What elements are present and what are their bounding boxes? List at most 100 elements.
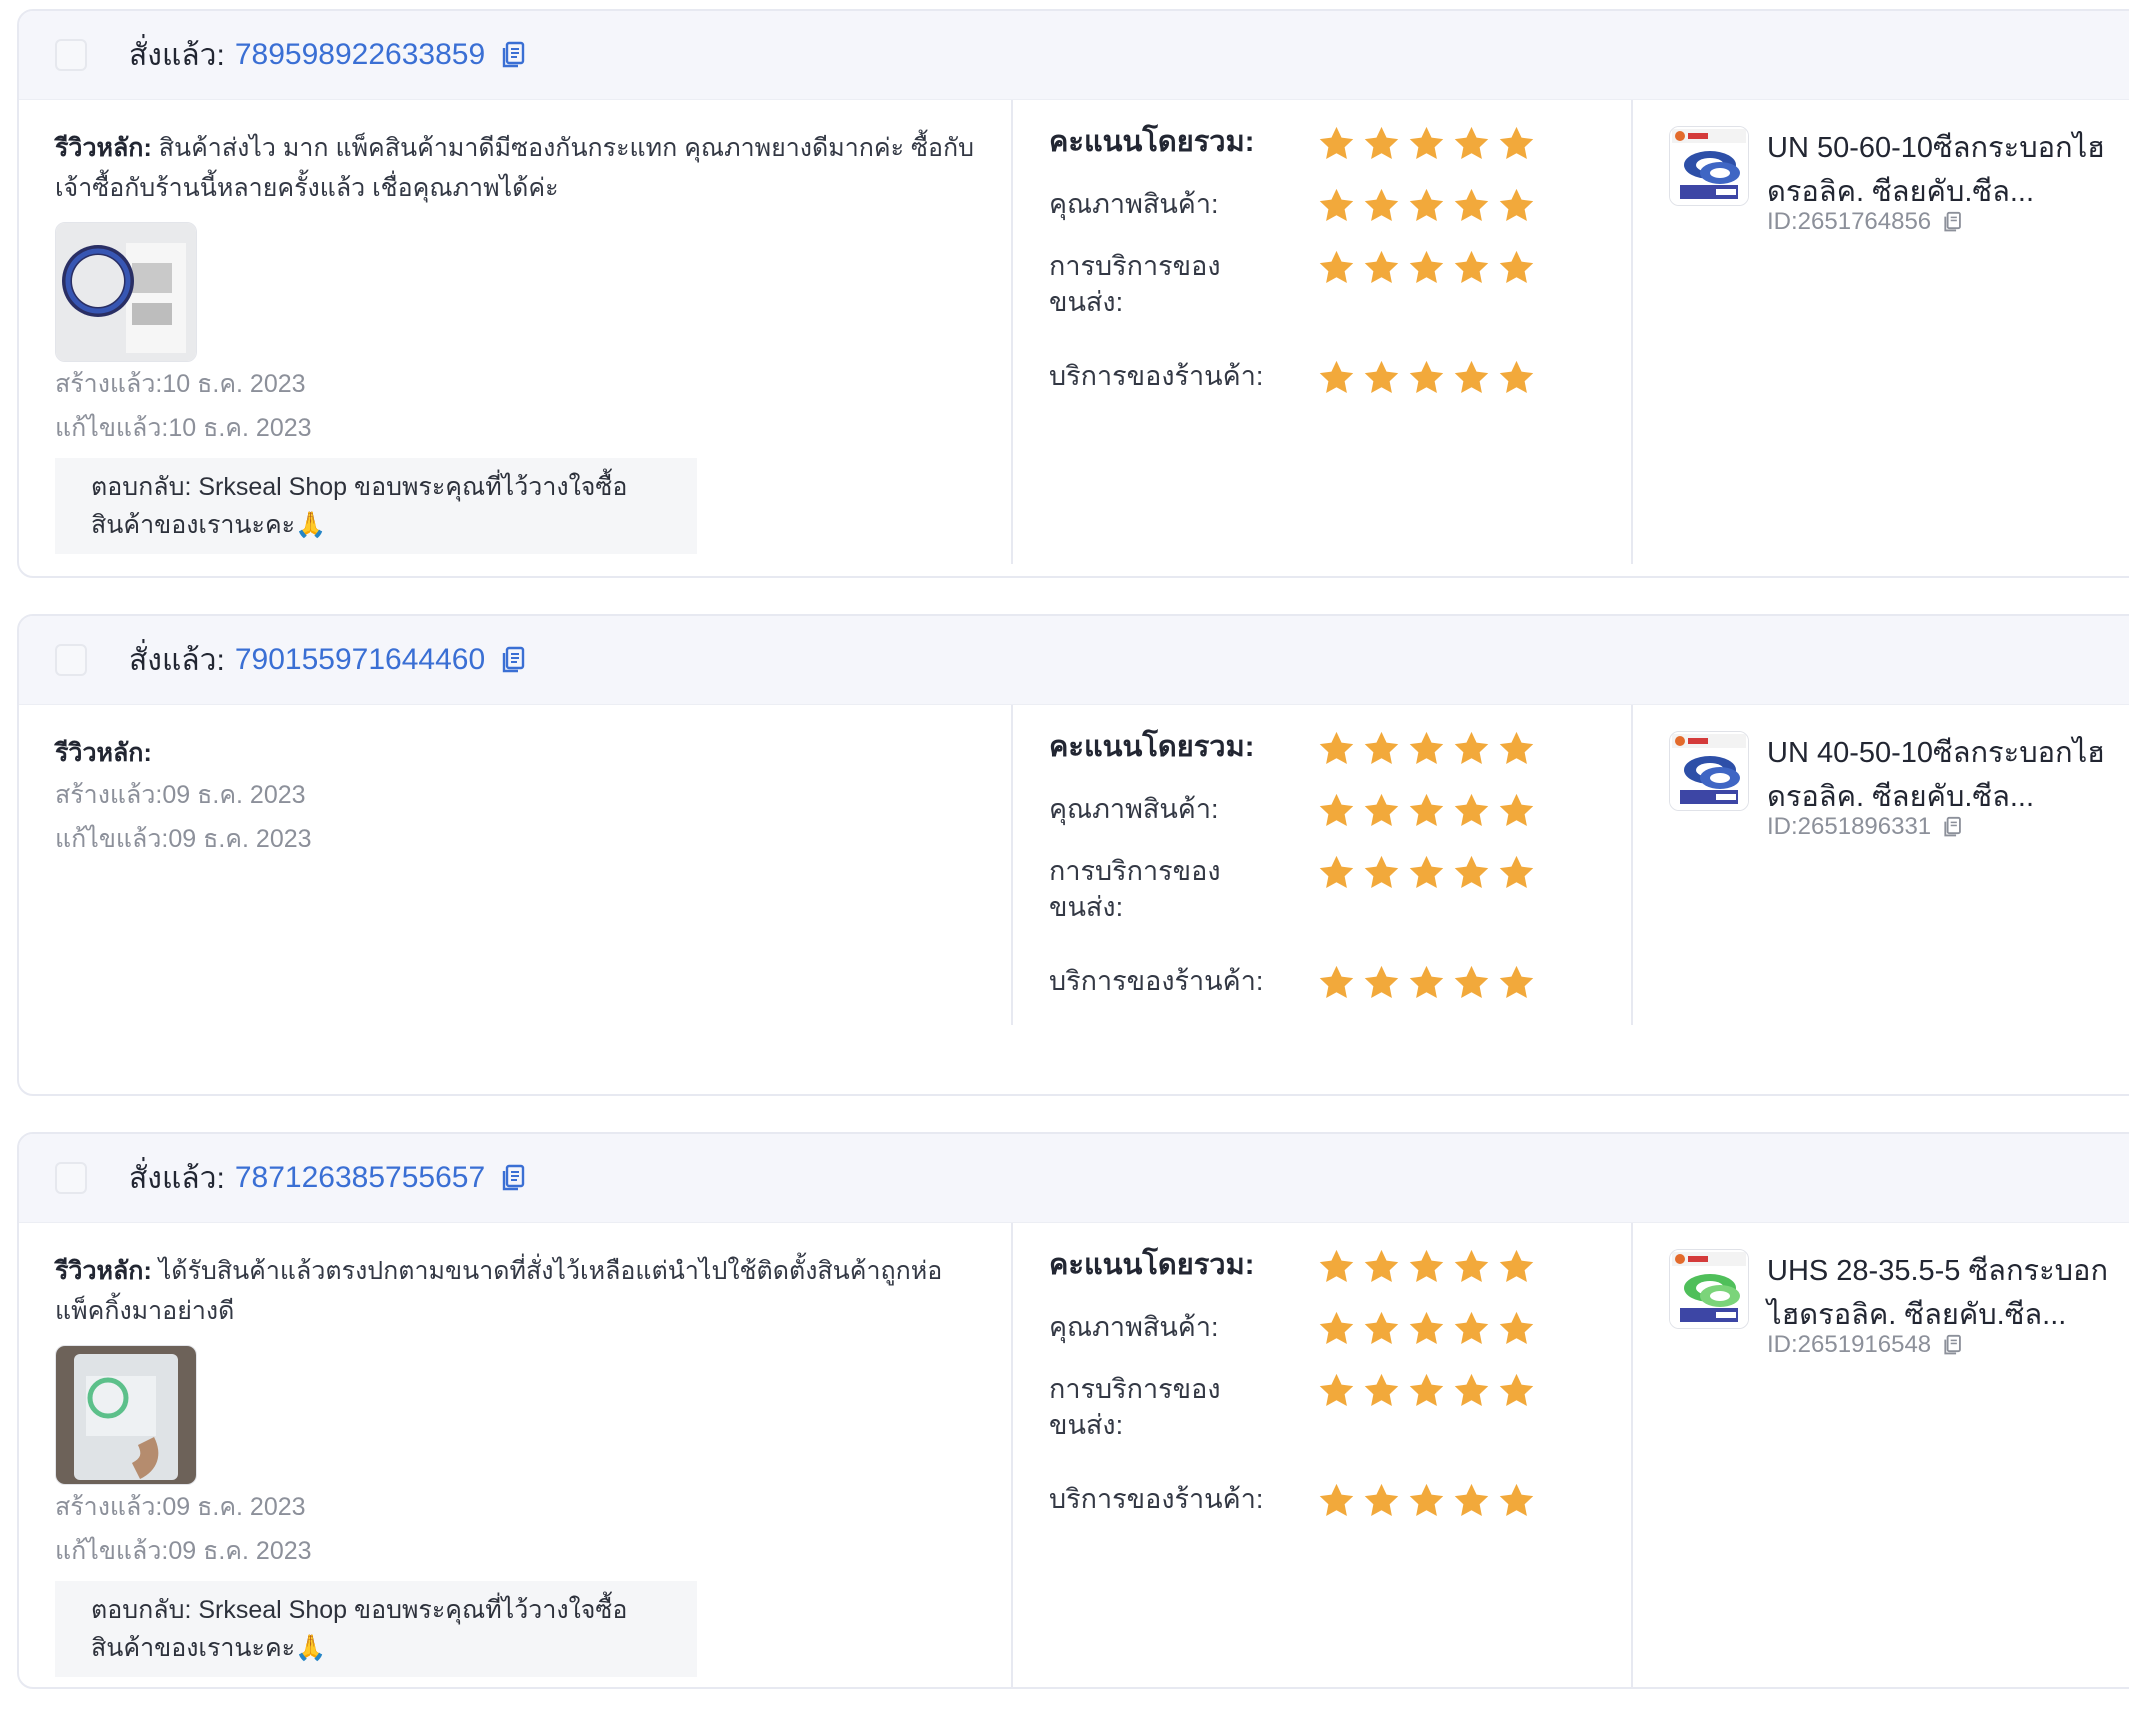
star-icon bbox=[1409, 1373, 1444, 1406]
review-column: รีวิวหลัก: สินค้าส่งไว มาก แพ็คสินค้ามาด… bbox=[19, 100, 1013, 564]
order-number-link[interactable]: 789598922633859 bbox=[235, 38, 485, 72]
ordered-label: สั่งแล้ว: bbox=[129, 1161, 225, 1195]
star-icon bbox=[1409, 1249, 1444, 1282]
review-text: ได้รับสินค้าแล้วตรงปกตามขนาดที่สั่งไว้เห… bbox=[55, 1257, 943, 1325]
overall-rating: คะแนนโดยรวม: bbox=[1049, 729, 1631, 791]
star-icon bbox=[1409, 1483, 1444, 1516]
product-quality-label: คุณภาพสินค้า: bbox=[1049, 189, 1219, 219]
star-icon bbox=[1454, 360, 1489, 393]
shipping-service-stars bbox=[1317, 248, 1536, 287]
shipping-service-label: การบริการของขนส่ง: bbox=[1049, 856, 1221, 922]
star-icon bbox=[1364, 126, 1399, 159]
star-icon bbox=[1364, 1311, 1399, 1344]
product-id: ID: 2651896331 bbox=[1767, 813, 2127, 841]
product-thumbnail[interactable] bbox=[1669, 731, 1749, 811]
star-icon bbox=[1364, 360, 1399, 393]
review-card: สั่งแล้ว: 790155971644460 รีวิวหลัก: สร้… bbox=[17, 614, 2129, 1096]
shipping-service-rating: การบริการของขนส่ง: bbox=[1049, 1371, 1631, 1481]
review-body: รีวิวหลัก: bbox=[55, 733, 997, 773]
product-name-link[interactable]: UHS 28-35.5-5 ซีลกระบอกไฮดรอลิค. ซีลยคับ… bbox=[1767, 1249, 2127, 1337]
ordered-label: สั่งแล้ว: bbox=[129, 643, 225, 677]
star-icon bbox=[1409, 126, 1444, 159]
star-icon bbox=[1409, 188, 1444, 221]
star-icon bbox=[1409, 250, 1444, 283]
overall-label: คะแนนโดยรวม: bbox=[1049, 731, 1255, 763]
star-icon bbox=[1364, 1483, 1399, 1516]
main-review-label: รีวิวหลัก: bbox=[55, 739, 152, 767]
copy-icon[interactable] bbox=[1943, 816, 1963, 838]
overall-stars bbox=[1317, 124, 1536, 163]
star-icon bbox=[1319, 360, 1354, 393]
product-name-link[interactable]: UN 40-50-10ซีลกระบอกไฮดรอลิค. ซีลยคับ.ซี… bbox=[1767, 731, 2127, 819]
star-icon bbox=[1319, 965, 1354, 998]
select-checkbox[interactable] bbox=[55, 39, 87, 71]
rating-column: คะแนนโดยรวม: คุณภาพสินค้า: การบริการของข… bbox=[1013, 100, 1633, 564]
shop-service-label: บริการของร้านค้า: bbox=[1049, 361, 1264, 391]
star-icon bbox=[1499, 965, 1534, 998]
copy-icon[interactable] bbox=[501, 41, 527, 69]
order-number-link[interactable]: 787126385755657 bbox=[235, 1161, 485, 1195]
star-icon bbox=[1499, 793, 1534, 826]
star-icon bbox=[1319, 855, 1354, 888]
product-thumbnail[interactable] bbox=[1669, 126, 1749, 206]
star-icon bbox=[1454, 250, 1489, 283]
product-name-link[interactable]: UN 50-60-10ซีลกระบอกไฮดรอลิค. ซีลยคับ.ซี… bbox=[1767, 126, 2127, 214]
product-quality-rating: คุณภาพสินค้า: bbox=[1049, 791, 1631, 853]
review-body: รีวิวหลัก: สินค้าส่งไว มาก แพ็คสินค้ามาด… bbox=[55, 128, 997, 208]
product-column: UHS 28-35.5-5 ซีลกระบอกไฮดรอลิค. ซีลยคับ… bbox=[1633, 1223, 2129, 1687]
select-checkbox[interactable] bbox=[55, 644, 87, 676]
star-icon bbox=[1499, 360, 1534, 393]
star-icon bbox=[1454, 126, 1489, 159]
shop-service-rating: บริการของร้านค้า: bbox=[1049, 358, 1631, 420]
star-icon bbox=[1319, 731, 1354, 764]
created-date: สร้างแล้ว:09 ธ.ค. 2023 bbox=[55, 781, 306, 809]
order-number-link[interactable]: 790155971644460 bbox=[235, 643, 485, 677]
review-card: สั่งแล้ว: 787126385755657 รีวิวหลัก: ได้… bbox=[17, 1132, 2129, 1689]
product-thumbnail[interactable] bbox=[1669, 1249, 1749, 1329]
overall-label: คะแนนโดยรวม: bbox=[1049, 1249, 1255, 1281]
star-icon bbox=[1454, 793, 1489, 826]
copy-icon[interactable] bbox=[501, 646, 527, 674]
star-icon bbox=[1364, 855, 1399, 888]
shipping-service-stars bbox=[1317, 1371, 1536, 1410]
review-photo[interactable] bbox=[55, 1345, 197, 1485]
copy-icon[interactable] bbox=[1943, 1334, 1963, 1356]
copy-icon[interactable] bbox=[1943, 211, 1963, 233]
review-column: รีวิวหลัก: สร้างแล้ว:09 ธ.ค. 2023 แก้ไขแ… bbox=[19, 705, 1013, 1025]
star-icon bbox=[1364, 1249, 1399, 1282]
shop-service-stars bbox=[1317, 963, 1536, 1002]
star-icon bbox=[1319, 793, 1354, 826]
copy-icon[interactable] bbox=[501, 1164, 527, 1192]
product-quality-label: คุณภาพสินค้า: bbox=[1049, 1312, 1219, 1342]
created-date: สร้างแล้ว:09 ธ.ค. 2023 bbox=[55, 1493, 306, 1521]
overall-stars bbox=[1317, 729, 1536, 768]
product-id: ID: 2651764856 bbox=[1767, 208, 2127, 236]
rating-column: คะแนนโดยรวม: คุณภาพสินค้า: การบริการของข… bbox=[1013, 705, 1633, 1025]
star-icon bbox=[1364, 188, 1399, 221]
edited-date: แก้ไขแล้ว:10 ธ.ค. 2023 bbox=[55, 414, 312, 442]
star-icon bbox=[1454, 731, 1489, 764]
review-text: สินค้าส่งไว มาก แพ็คสินค้ามาดีมีซองกันกร… bbox=[55, 134, 974, 202]
main-review-label: รีวิวหลัก: bbox=[55, 1257, 152, 1285]
shipping-service-label: การบริการของขนส่ง: bbox=[1049, 1374, 1221, 1440]
star-icon bbox=[1319, 188, 1354, 221]
star-icon bbox=[1499, 1311, 1534, 1344]
star-icon bbox=[1409, 731, 1444, 764]
star-icon bbox=[1319, 250, 1354, 283]
review-photo[interactable] bbox=[55, 222, 197, 362]
product-column: UN 50-60-10ซีลกระบอกไฮดรอลิค. ซีลยคับ.ซี… bbox=[1633, 100, 2129, 564]
product-quality-stars bbox=[1317, 1309, 1536, 1348]
product-quality-rating: คุณภาพสินค้า: bbox=[1049, 1309, 1631, 1371]
star-icon bbox=[1319, 1373, 1354, 1406]
select-checkbox[interactable] bbox=[55, 1162, 87, 1194]
star-icon bbox=[1319, 126, 1354, 159]
ordered-label: สั่งแล้ว: bbox=[129, 38, 225, 72]
star-icon bbox=[1454, 965, 1489, 998]
rating-column: คะแนนโดยรวม: คุณภาพสินค้า: การบริการของข… bbox=[1013, 1223, 1633, 1687]
star-icon bbox=[1319, 1483, 1354, 1516]
shop-service-label: บริการของร้านค้า: bbox=[1049, 1484, 1264, 1514]
shipping-service-label: การบริการของขนส่ง: bbox=[1049, 251, 1221, 317]
main-review-label: รีวิวหลัก: bbox=[55, 134, 152, 162]
star-icon bbox=[1319, 1311, 1354, 1344]
star-icon bbox=[1499, 1249, 1534, 1282]
